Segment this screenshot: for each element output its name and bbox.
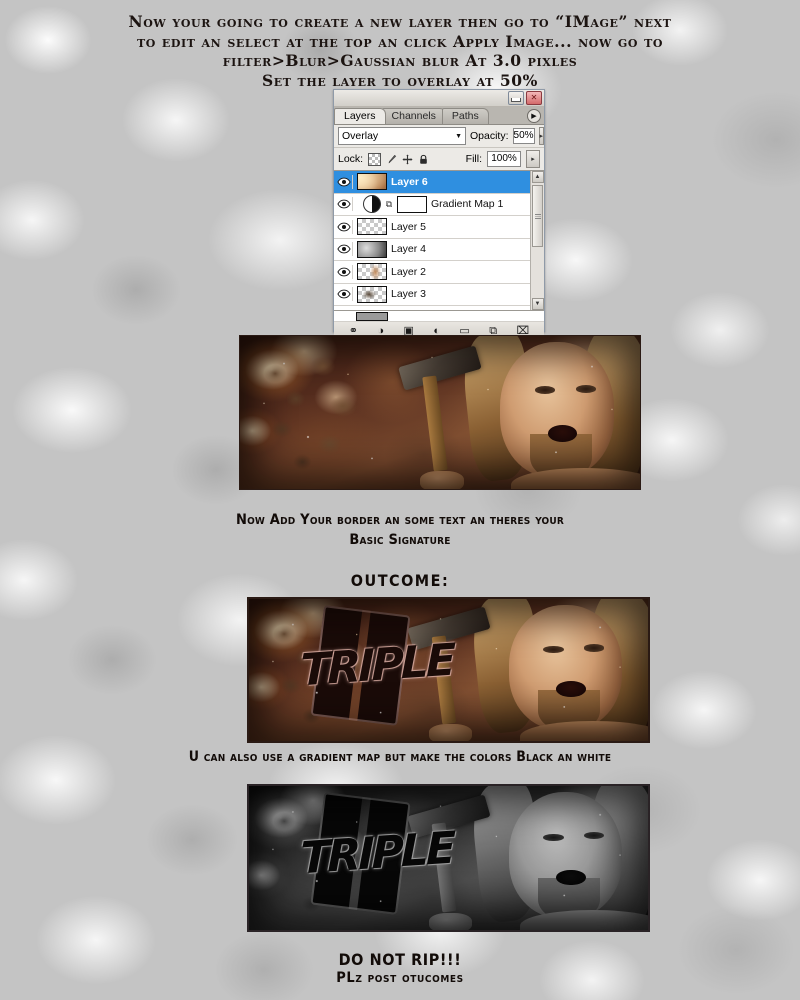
chevron-down-icon: ▼ [455, 132, 462, 140]
opacity-input[interactable]: 50% [512, 128, 535, 144]
fill-input[interactable]: 100% [487, 151, 521, 167]
signature-artwork [240, 336, 640, 489]
layer-row[interactable]: Layer 3 [334, 284, 544, 306]
tab-channels[interactable]: Channels [381, 108, 446, 124]
lock-icon-group [368, 152, 429, 166]
layer-name: Layer 3 [391, 288, 427, 301]
palette-tabs: Layers Channels Paths ▶ [334, 107, 544, 125]
intro-line-2: to edit an select at the top an click Ap… [136, 31, 664, 51]
scroll-up-button[interactable]: ▲ [531, 171, 544, 183]
lock-move-icon[interactable] [402, 153, 413, 165]
opacity-label: Opacity: [470, 130, 509, 142]
caption-basic-signature: Now Add Your border an some text an ther… [0, 510, 800, 550]
layer-thumbnail[interactable] [357, 240, 387, 258]
eye-icon[interactable] [336, 242, 353, 257]
palette-menu-icon[interactable]: ▶ [527, 109, 541, 123]
layer-thumbnail[interactable] [357, 218, 387, 236]
layer-row[interactable]: Layer 4 [334, 239, 544, 261]
eye-icon[interactable] [336, 264, 353, 279]
vignette-overlay [240, 336, 640, 489]
close-button[interactable]: ✕ [526, 91, 542, 105]
tab-layers[interactable]: Layers [334, 108, 386, 124]
caption-line-2: Basic Signature [349, 532, 451, 548]
layer-row[interactable]: Layer 2 [334, 261, 544, 284]
layers-list: Layer 6 ⧉ Gradient Map 1 Layer 5 Layer 4… [334, 171, 544, 311]
lock-brush-icon[interactable] [386, 154, 397, 165]
outcome-heading: OUTCOME: [350, 571, 450, 590]
layer-name: Layer 2 [391, 265, 427, 278]
link-mask-icon[interactable]: ⧉ [385, 197, 393, 211]
eye-icon[interactable] [336, 174, 353, 189]
caption-do-not-rip: DO NOT RIP!!! PLz post otucomes [0, 950, 800, 988]
vignette-overlay [249, 599, 648, 741]
lock-transparency-icon[interactable] [368, 152, 382, 166]
layer-row[interactable]: Layer 6 [334, 171, 544, 194]
lock-fill-row: Lock: Fill: 100% ▸ [334, 147, 544, 171]
layer-name: Layer 5 [391, 220, 427, 233]
lock-all-padlock-icon[interactable] [418, 154, 429, 165]
signature-artwork: TRIPLE [249, 599, 648, 741]
layer-name: Layer 4 [391, 243, 427, 256]
caption-gradient-map: U can also use a gradient map but make t… [188, 749, 612, 765]
layer-thumbnail[interactable] [357, 173, 387, 191]
layer-name: Layer 6 [391, 175, 428, 188]
layer-name: Gradient Map 1 [431, 198, 504, 211]
signature-image-1 [239, 335, 641, 490]
blend-mode-select[interactable]: Overlay ▼ [338, 127, 466, 145]
intro-line-3: filter>Blur>Gaussian blur At 3.0 pixles [222, 51, 578, 70]
intro-instructions: Now your going to create a new layer the… [0, 12, 800, 90]
opacity-spinner-icon[interactable]: ▸ [538, 127, 545, 145]
layer-row[interactable]: Layer 5 [334, 216, 544, 239]
layer-thumbnail[interactable] [357, 285, 387, 303]
adjustment-layer-thumbnail[interactable] [363, 195, 381, 214]
eye-icon[interactable] [336, 287, 353, 302]
layers-scrollbar[interactable]: ▲ ▼ [530, 171, 544, 310]
eye-icon[interactable] [336, 219, 353, 234]
intro-line-4: Set the layer to overlay at 50% [261, 70, 538, 90]
vignette-overlay [249, 786, 648, 930]
layer-row[interactable]: ⧉ Gradient Map 1 [334, 194, 544, 216]
palette-titlebar: ✕ [334, 90, 544, 107]
caption-line-1: Now Add Your border an some text an ther… [235, 512, 565, 528]
eye-icon[interactable] [336, 197, 353, 212]
fill-label: Fill: [465, 153, 482, 165]
lock-label: Lock: [338, 153, 364, 165]
signature-image-2: TRIPLE [247, 597, 650, 743]
tab-paths[interactable]: Paths [441, 108, 489, 124]
caption-line-1: DO NOT RIP!!! [338, 950, 462, 969]
partial-layer-row[interactable] [334, 311, 544, 322]
blend-mode-value: Overlay [342, 130, 379, 142]
scroll-down-button[interactable]: ▼ [531, 298, 544, 310]
minimize-button[interactable] [508, 91, 524, 105]
layer-mask-thumbnail[interactable] [397, 195, 427, 213]
close-icon: ✕ [530, 93, 538, 102]
blend-opacity-row: Overlay ▼ Opacity: 50% ▸ [334, 125, 545, 147]
signature-image-3: TRIPLE [247, 784, 650, 932]
intro-line-1: Now your going to create a new layer the… [128, 12, 672, 31]
layer-thumbnail[interactable] [357, 263, 387, 281]
photoshop-layers-palette: ✕ Layers Channels Paths ▶ Overlay ▼ Opac… [333, 89, 545, 341]
scrollbar-thumb[interactable] [532, 185, 543, 247]
fill-spinner-icon[interactable]: ▸ [526, 150, 540, 168]
signature-artwork: TRIPLE [249, 786, 648, 930]
caption-line-2: PLz post otucomes [336, 970, 464, 986]
